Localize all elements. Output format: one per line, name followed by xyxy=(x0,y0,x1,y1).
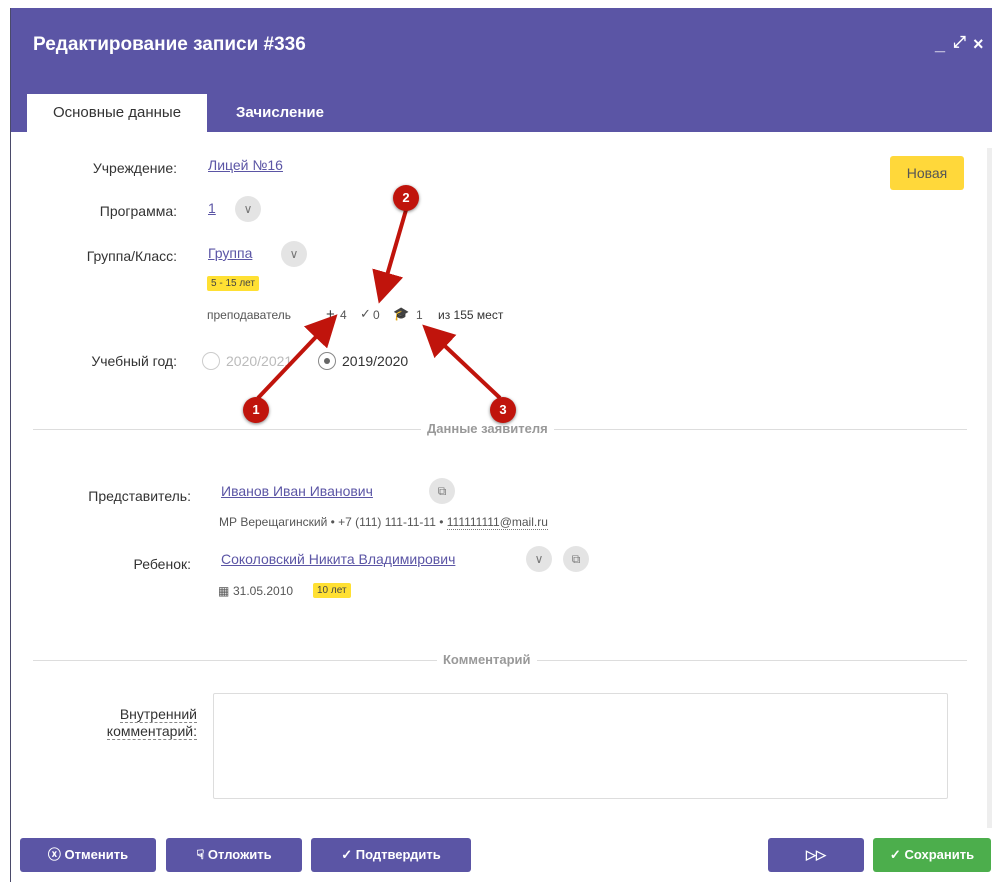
year-radio-2019[interactable] xyxy=(318,352,336,370)
internal-comment-label-line2: комментарий: xyxy=(106,723,197,740)
save-button-label: Сохранить xyxy=(904,847,975,862)
check-icon: ✓ xyxy=(360,306,371,321)
representative-info: МР Верещагинский • +7 (111) 111-11-11 • xyxy=(219,515,447,529)
representative-link[interactable]: Иванов Иван Иванович xyxy=(221,483,373,499)
year-label: Учебный год: xyxy=(91,353,177,369)
teacher-label: преподаватель xyxy=(207,308,291,322)
plus-icon: + xyxy=(326,306,335,323)
group-link[interactable]: Группа xyxy=(208,245,252,261)
institution-label: Учреждение: xyxy=(92,160,177,176)
age-range-badge: 5 - 15 лет xyxy=(207,276,259,291)
check-save-icon: ✓ xyxy=(889,847,901,862)
institution-link[interactable]: Лицей №16 xyxy=(208,157,283,173)
copy-icon[interactable]: ⧉ xyxy=(429,478,455,504)
internal-comment-label: Внутренний комментарий: xyxy=(51,706,197,740)
postpone-button-label: Отложить xyxy=(207,847,272,862)
postpone-button[interactable]: ☟ Отложить xyxy=(166,838,302,872)
annotation-marker-3: 3 xyxy=(490,397,516,423)
tab-main-data[interactable]: Основные данные xyxy=(27,94,207,132)
cancel-button-label: Отменить xyxy=(64,847,129,862)
cap-count: 1 xyxy=(416,308,423,322)
representative-email[interactable]: 111111111@mail.ru xyxy=(446,515,548,530)
dialog-footer: ⓧ Отменить ☟ Отложить ✓ Подтвердить ▷▷ ✓… xyxy=(11,828,992,882)
year-option-2020-label: 2020/2021 xyxy=(226,353,293,369)
tab-enrollment[interactable]: Зачисление xyxy=(225,94,335,132)
confirm-button-label: Подтвердить xyxy=(355,847,441,862)
child-label: Ребенок: xyxy=(133,556,191,572)
child-copy-icon[interactable]: ⧉ xyxy=(563,546,589,572)
group-label: Группа/Класс: xyxy=(86,248,177,264)
comment-section-title: Комментарий xyxy=(437,652,537,667)
applicant-section-title: Данные заявителя xyxy=(421,421,554,436)
program-label: Программа: xyxy=(99,203,177,219)
year-radio-2020[interactable] xyxy=(202,352,220,370)
capacity-text: из 155 мест xyxy=(438,308,504,322)
annotation-marker-1: 1 xyxy=(243,397,269,423)
child-age-badge: 10 лет xyxy=(313,583,351,598)
confirm-button[interactable]: ✓ Подтвердить xyxy=(311,838,471,872)
check-count: 0 xyxy=(373,308,380,322)
program-dropdown-chevron-icon[interactable]: ∨ xyxy=(235,196,261,222)
calendar-icon: ▦ xyxy=(218,584,230,598)
group-dropdown-chevron-icon[interactable]: ∨ xyxy=(281,241,307,267)
program-link[interactable]: 1 xyxy=(208,200,216,216)
next-button[interactable]: ▷▷ xyxy=(768,838,864,872)
year-option-2019-label: 2019/2020 xyxy=(342,353,409,369)
tab-bar: Основные данные Зачисление xyxy=(11,76,992,132)
plus-count: 4 xyxy=(340,308,347,322)
scrollbar[interactable] xyxy=(987,148,992,828)
save-button[interactable]: ✓ Сохранить xyxy=(873,838,991,872)
child-dropdown-chevron-icon[interactable]: ∨ xyxy=(526,546,552,572)
thumbs-down-icon: ☟ xyxy=(196,847,205,862)
minimize-icon[interactable]: _ xyxy=(935,34,945,55)
cancel-icon: ⓧ xyxy=(47,847,61,862)
internal-comment-textarea[interactable] xyxy=(213,693,948,799)
dialog-title: Редактирование записи #336 xyxy=(33,34,306,55)
dialog-titlebar: Редактирование записи #336 _ ⤢ × xyxy=(11,8,992,76)
maximize-icon[interactable]: ⤢ xyxy=(953,34,966,52)
status-badge: Новая xyxy=(890,156,964,190)
internal-comment-label-line1: Внутренний xyxy=(119,706,197,723)
annotation-marker-2: 2 xyxy=(393,185,419,211)
check-confirm-icon: ✓ xyxy=(341,847,353,862)
child-link[interactable]: Соколовский Никита Владимирович xyxy=(221,551,455,567)
graduation-cap-icon: 🎓 xyxy=(393,306,410,321)
cancel-button[interactable]: ⓧ Отменить xyxy=(20,838,156,872)
representative-details: МР Верещагинский • +7 (111) 111-11-11 • … xyxy=(219,515,548,530)
representative-label: Представитель: xyxy=(88,488,191,504)
edit-record-dialog: Редактирование записи #336 _ ⤢ × Основны… xyxy=(10,8,992,882)
child-birthdate: 31.05.2010 xyxy=(233,584,294,598)
close-icon[interactable]: × xyxy=(973,34,984,55)
